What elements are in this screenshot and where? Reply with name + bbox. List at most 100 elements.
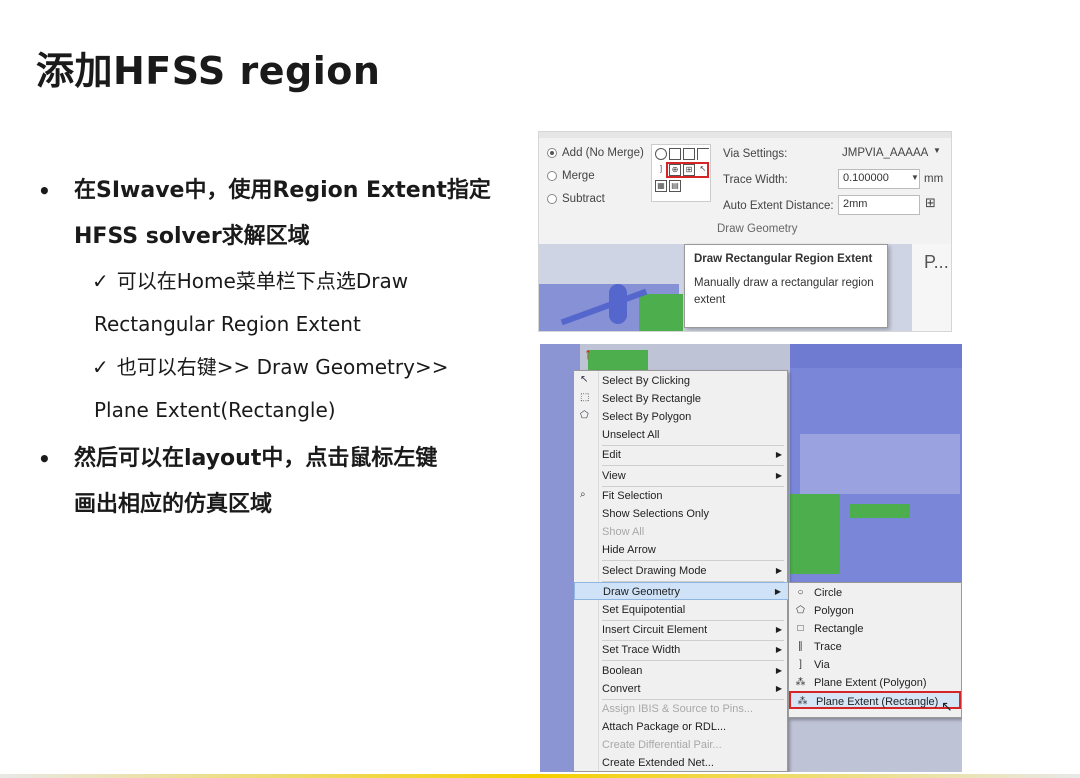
tooltip-title: Draw Rectangular Region Extent bbox=[694, 253, 873, 265]
menu-item-hide-arrow[interactable]: Hide Arrow bbox=[574, 541, 789, 559]
menu-item-unselect-all[interactable]: Unselect All bbox=[574, 426, 789, 444]
submenu-item-circle[interactable]: ○ Circle bbox=[789, 584, 961, 602]
radio-dot-icon bbox=[547, 148, 557, 158]
polygon-select-icon: ⬠ bbox=[580, 410, 589, 421]
via-settings-dropdown[interactable]: JMPVIA_AAAAA bbox=[842, 147, 928, 159]
context-menu: ↖ Select By Clicking ⬚ Select By Rectangle… bbox=[573, 370, 789, 772]
extent-icon[interactable]: ▦ bbox=[655, 180, 667, 192]
sub-text-cont: Plane Extent(Rectangle) bbox=[94, 398, 336, 422]
menu-item-draw-geometry[interactable]: Draw Geometry ▶ bbox=[574, 582, 789, 600]
bullet-list: • 在SIwave中，使用Region Extent指定 HFSS solver… bbox=[36, 168, 516, 528]
submenu-arrow-icon: ▶ bbox=[775, 625, 782, 634]
plane-extent-polygon-icon: ⁂ bbox=[795, 677, 806, 688]
trace-tool-icon[interactable] bbox=[697, 148, 709, 160]
trace-width-label: Trace Width: bbox=[723, 174, 788, 186]
polygon-tool-icon[interactable] bbox=[669, 148, 681, 160]
radio-add-no-merge[interactable]: Add (No Merge) bbox=[547, 147, 644, 159]
circle-icon: ○ bbox=[797, 587, 804, 598]
circle-tool-icon[interactable] bbox=[655, 148, 667, 160]
menu-item-view[interactable]: View ▶ bbox=[574, 467, 789, 485]
submenu-arrow-icon: ▶ bbox=[775, 471, 782, 480]
menu-item-show-selections-only[interactable]: Show Selections Only bbox=[574, 505, 789, 523]
rectangle-icon: □ bbox=[797, 623, 804, 634]
menu-item-set-trace-width[interactable]: Set Trace Width ▶ bbox=[574, 641, 789, 659]
menu-item-select-by-clicking[interactable]: ↖ Select By Clicking bbox=[574, 372, 789, 390]
submenu-arrow-icon: ▶ bbox=[775, 666, 782, 675]
submenu-item-trace[interactable]: ∥ Trace bbox=[789, 638, 961, 656]
menu-item-show-all: Show All bbox=[602, 526, 645, 538]
auto-extent-input[interactable]: 2mm bbox=[838, 195, 920, 215]
radio-label: Subtract bbox=[562, 193, 605, 205]
arrow-cursor-icon: ↖ bbox=[580, 374, 589, 385]
menu-item-convert[interactable]: Convert ▶ bbox=[574, 680, 789, 698]
sub-text-cont: Rectangular Region Extent bbox=[94, 312, 361, 336]
sub-item: ✓ 也可以右键>> Draw Geometry>> bbox=[36, 346, 516, 389]
sub-text: 也可以右键>> Draw Geometry>> bbox=[116, 355, 449, 379]
radio-dot-icon bbox=[547, 194, 557, 204]
group-label: Draw Geometry bbox=[717, 223, 798, 235]
check-icon: ✓ bbox=[92, 269, 109, 293]
bullet-text: 在SIwave中，使用Region Extent指定 bbox=[74, 178, 491, 203]
submenu-arrow-icon: ▶ bbox=[775, 450, 782, 459]
radio-label: Add (No Merge) bbox=[562, 147, 644, 159]
side-pane-tab[interactable]: P... bbox=[912, 244, 951, 331]
sub-text: 可以在Home菜单栏下点选Draw bbox=[116, 269, 409, 293]
bullet-glyph: • bbox=[38, 447, 51, 471]
menu-item-set-equipotential[interactable]: Set Equipotential bbox=[574, 601, 789, 619]
menu-item-select-by-polygon[interactable]: ⬠ Select By Polygon bbox=[574, 408, 789, 426]
submenu-item-rectangle[interactable]: □ Rectangle bbox=[789, 620, 961, 638]
menu-item-attach-package[interactable]: Attach Package or RDL... bbox=[574, 718, 789, 736]
ribbon-top-bar bbox=[539, 132, 951, 138]
via-settings-label: Via Settings: bbox=[723, 148, 788, 160]
bullet-item: • 在SIwave中，使用Region Extent指定 HFSS solver… bbox=[36, 168, 516, 260]
submenu-item-plane-extent-rectangle[interactable]: ⁂ Plane Extent (Rectangle) bbox=[789, 691, 961, 709]
submenu-item-polygon[interactable]: ⬠ Polygon bbox=[789, 602, 961, 620]
radio-subtract[interactable]: Subtract bbox=[547, 193, 605, 205]
origin-arrow-icon: ↑ bbox=[584, 346, 592, 363]
menu-item-assign-ibis: Assign IBIS & Source to Pins... bbox=[602, 703, 754, 715]
submenu-item-plane-extent-polygon[interactable]: ⁂ Plane Extent (Polygon) bbox=[789, 674, 961, 692]
submenu-arrow-icon: ▶ bbox=[774, 587, 781, 596]
extent-settings-icon[interactable]: ⊞ bbox=[925, 195, 936, 211]
rectangle-tool-icon[interactable] bbox=[683, 148, 695, 160]
trace-width-input[interactable]: 0.100000 bbox=[838, 169, 920, 189]
bullet-text: 画出相应的仿真区域 bbox=[74, 492, 273, 517]
bullet-text: 然后可以在layout中，点击鼠标左键 bbox=[74, 446, 438, 471]
extent-alt-icon[interactable]: ▤ bbox=[669, 180, 681, 192]
mouse-cursor-icon: ↖ bbox=[941, 698, 953, 714]
menu-item-boolean[interactable]: Boolean ▶ bbox=[574, 662, 789, 680]
sub-item: ✓ 可以在Home菜单栏下点选Draw bbox=[36, 260, 516, 303]
menu-item-insert-circuit-element[interactable]: Insert Circuit Element ▶ bbox=[574, 621, 789, 639]
ribbon-screenshot: Add (No Merge) Merge Subtract ] ⊕ ⊞ ↖ ▦ … bbox=[538, 131, 952, 332]
tooltip: Draw Rectangular Region Extent Manually … bbox=[684, 244, 888, 328]
chevron-down-icon[interactable]: ▼ bbox=[911, 173, 919, 182]
menu-item-fit-selection[interactable]: ⌕ Fit Selection bbox=[574, 487, 789, 505]
slide-footer-line bbox=[0, 774, 1080, 778]
radio-dot-icon bbox=[547, 171, 557, 181]
rectangle-select-icon: ⬚ bbox=[580, 392, 590, 403]
menu-item-create-differential-pair: Create Differential Pair... bbox=[602, 739, 722, 751]
menu-item-select-by-rectangle[interactable]: ⬚ Select By Rectangle bbox=[574, 390, 789, 408]
draw-tools-group: ] ⊕ ⊞ ↖ ▦ ▤ bbox=[651, 144, 711, 202]
context-menu-screenshot: ↑ ↖ Select By Clicking ⬚ Select By Rectang… bbox=[540, 344, 962, 772]
bullet-text: HFSS solver求解区域 bbox=[74, 224, 310, 249]
trace-icon: ∥ bbox=[798, 641, 803, 652]
menu-item-edit[interactable]: Edit ▶ bbox=[574, 446, 789, 464]
menu-item-select-drawing-mode[interactable]: Select Drawing Mode ▶ bbox=[574, 562, 789, 580]
auto-extent-label: Auto Extent Distance: bbox=[723, 200, 834, 212]
trace-width-unit: mm bbox=[924, 173, 944, 185]
slide-title: 添加HFSS region bbox=[36, 49, 381, 93]
submenu-arrow-icon: ▶ bbox=[775, 645, 782, 654]
via-icon: ] bbox=[799, 659, 802, 670]
submenu-arrow-icon: ▶ bbox=[775, 684, 782, 693]
plane-extent-rectangle-icon: ⁂ bbox=[797, 696, 808, 707]
radio-merge[interactable]: Merge bbox=[547, 170, 595, 182]
draw-geometry-submenu: ○ Circle ⬠ Polygon □ Rectangle ∥ Trace ] Via … bbox=[788, 582, 962, 718]
submenu-item-via[interactable]: ] Via bbox=[789, 656, 961, 674]
menu-item-create-extended-net[interactable]: Create Extended Net... bbox=[574, 754, 789, 772]
check-icon: ✓ bbox=[92, 355, 109, 379]
highlight-box bbox=[666, 162, 709, 178]
chevron-down-icon[interactable]: ▼ bbox=[933, 146, 941, 155]
submenu-arrow-icon: ▶ bbox=[775, 566, 782, 575]
polygon-icon: ⬠ bbox=[796, 605, 805, 616]
